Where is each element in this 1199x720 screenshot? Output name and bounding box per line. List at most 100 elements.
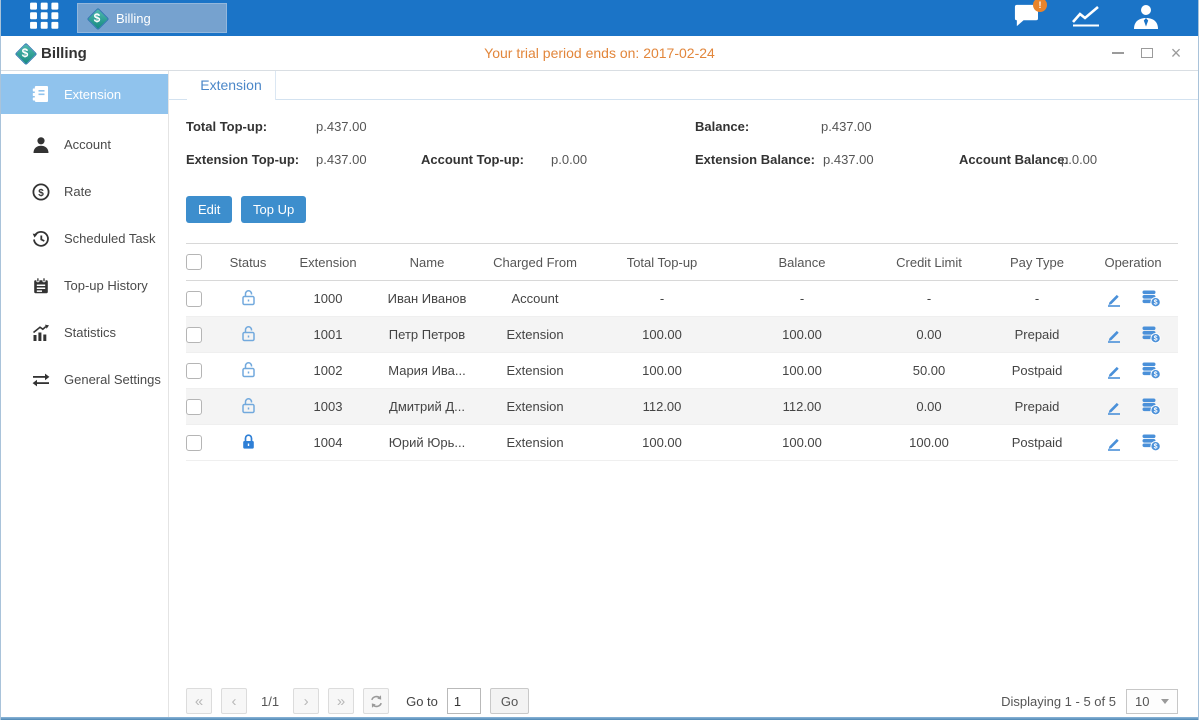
goto-page-input[interactable] bbox=[447, 688, 481, 714]
lock-open-icon bbox=[240, 397, 257, 417]
topup-history-icon bbox=[31, 277, 51, 295]
col-operation: Operation bbox=[1088, 255, 1178, 270]
page-indicator: 1/1 bbox=[261, 694, 279, 709]
main-content: Extension Total Top-up: p.437.00 Balance… bbox=[169, 71, 1198, 717]
row-checkbox[interactable] bbox=[186, 327, 202, 343]
account-topup-label: Account Top-up: bbox=[421, 152, 524, 167]
cell-name: Мария Ива... bbox=[376, 363, 478, 378]
cell-balance: 100.00 bbox=[732, 363, 872, 378]
maximize-button[interactable] bbox=[1139, 45, 1155, 61]
extension-topup-value: p.437.00 bbox=[316, 152, 367, 167]
statistics-icon bbox=[31, 324, 51, 342]
cell-total-topup: 100.00 bbox=[592, 363, 732, 378]
lock-closed-icon bbox=[240, 433, 257, 453]
first-page-button[interactable]: « bbox=[186, 688, 212, 714]
sidebar-item-rate[interactable]: $ Rate bbox=[1, 168, 168, 215]
edit-row-icon[interactable] bbox=[1105, 289, 1123, 308]
edit-button[interactable]: Edit bbox=[186, 196, 232, 223]
sidebar-item-label: General Settings bbox=[64, 372, 161, 387]
cell-extension: 1001 bbox=[280, 327, 376, 342]
cell-charged-from: Extension bbox=[478, 399, 592, 414]
minimize-button[interactable] bbox=[1110, 45, 1126, 61]
last-page-button[interactable]: » bbox=[328, 688, 354, 714]
topup-row-icon[interactable]: $ bbox=[1141, 361, 1161, 380]
cell-name: Петр Петров bbox=[376, 327, 478, 342]
topup-row-icon[interactable]: $ bbox=[1141, 433, 1161, 452]
row-checkbox[interactable] bbox=[186, 363, 202, 379]
topup-row-icon[interactable]: $ bbox=[1141, 397, 1161, 416]
prev-page-button[interactable]: ‹ bbox=[221, 688, 247, 714]
lock-open-icon bbox=[240, 325, 257, 345]
total-topup-label: Total Top-up: bbox=[186, 119, 267, 134]
user-icon bbox=[1132, 3, 1160, 34]
lock-open-icon bbox=[240, 289, 257, 309]
refresh-button[interactable] bbox=[363, 688, 389, 714]
page-size-select[interactable]: 10 bbox=[1126, 689, 1178, 714]
next-page-button[interactable]: › bbox=[293, 688, 319, 714]
edit-row-icon[interactable] bbox=[1105, 325, 1123, 344]
cell-credit-limit: 100.00 bbox=[872, 435, 986, 450]
cell-credit-limit: 0.00 bbox=[872, 327, 986, 342]
pagination-bar: « ‹ 1/1 › » Go to Go Displaying bbox=[186, 687, 1178, 715]
svg-text:$: $ bbox=[1154, 336, 1158, 343]
cell-total-topup: 100.00 bbox=[592, 435, 732, 450]
row-checkbox[interactable] bbox=[186, 435, 202, 451]
messages-button[interactable]: ! bbox=[1011, 3, 1040, 33]
row-checkbox[interactable] bbox=[186, 291, 202, 307]
cell-pay-type: Prepaid bbox=[986, 399, 1088, 414]
cell-balance: - bbox=[732, 291, 872, 306]
window-title: Billing bbox=[41, 45, 87, 62]
cell-charged-from: Extension bbox=[478, 363, 592, 378]
go-button[interactable]: Go bbox=[490, 688, 529, 714]
sidebar-item-extension[interactable]: Extension bbox=[1, 74, 168, 114]
sidebar-item-statistics[interactable]: Statistics bbox=[1, 309, 168, 356]
edit-row-icon[interactable] bbox=[1105, 361, 1123, 380]
sidebar-item-general-settings[interactable]: General Settings bbox=[1, 356, 168, 403]
cell-name: Юрий Юрь... bbox=[376, 435, 478, 450]
notification-badge: ! bbox=[1033, 0, 1047, 12]
top-app-bar: $ Billing ! bbox=[1, 0, 1198, 36]
tab-extension[interactable]: Extension bbox=[187, 71, 276, 100]
sidebar-item-scheduled-task[interactable]: Scheduled Task bbox=[1, 215, 168, 262]
extension-balance-value: p.437.00 bbox=[823, 152, 874, 167]
svg-text:$: $ bbox=[1154, 408, 1158, 415]
col-pay-type: Pay Type bbox=[986, 255, 1088, 270]
billing-window-icon: $ bbox=[14, 42, 36, 64]
user-button[interactable] bbox=[1132, 3, 1160, 34]
monitor-button[interactable] bbox=[1070, 3, 1102, 34]
trial-notice: Your trial period ends on: 2017-02-24 bbox=[1, 45, 1198, 61]
row-checkbox[interactable] bbox=[186, 399, 202, 415]
extension-balance-label: Extension Balance: bbox=[695, 152, 815, 167]
cell-pay-type: Prepaid bbox=[986, 327, 1088, 342]
top-up-button[interactable]: Top Up bbox=[241, 196, 306, 223]
table-row: 1003 Дмитрий Д... Extension 112.00 112.0… bbox=[186, 389, 1178, 425]
balance-label: Balance: bbox=[695, 119, 749, 134]
cell-credit-limit: 0.00 bbox=[872, 399, 986, 414]
edit-row-icon[interactable] bbox=[1105, 397, 1123, 416]
page-size-value: 10 bbox=[1135, 694, 1149, 709]
chevron-down-icon bbox=[1161, 699, 1169, 704]
cell-extension: 1003 bbox=[280, 399, 376, 414]
taskbar-tab-billing[interactable]: $ Billing bbox=[77, 3, 227, 33]
sidebar-item-account[interactable]: Account bbox=[1, 121, 168, 168]
edit-row-icon[interactable] bbox=[1105, 433, 1123, 452]
sidebar: Extension Account $ Rate bbox=[1, 71, 169, 717]
select-all-checkbox[interactable] bbox=[186, 254, 202, 270]
apps-grid-icon bbox=[29, 2, 61, 35]
cell-total-topup: 100.00 bbox=[592, 327, 732, 342]
close-button[interactable]: × bbox=[1168, 45, 1184, 61]
billing-app-icon: $ bbox=[86, 7, 108, 29]
extension-topup-label: Extension Top-up: bbox=[186, 152, 299, 167]
topup-row-icon[interactable]: $ bbox=[1141, 289, 1161, 308]
account-topup-value: p.0.00 bbox=[551, 152, 587, 167]
displaying-text: Displaying 1 - 5 of 5 bbox=[1001, 694, 1116, 709]
account-icon bbox=[31, 136, 51, 154]
sidebar-item-label: Statistics bbox=[64, 325, 116, 340]
table-row: 1002 Мария Ива... Extension 100.00 100.0… bbox=[186, 353, 1178, 389]
topup-row-icon[interactable]: $ bbox=[1141, 325, 1161, 344]
cell-name: Иван Иванов bbox=[376, 291, 478, 306]
svg-text:$: $ bbox=[1154, 372, 1158, 379]
apps-grid-button[interactable] bbox=[29, 2, 61, 35]
sidebar-item-topup-history[interactable]: Top-up History bbox=[1, 262, 168, 309]
cell-credit-limit: - bbox=[872, 291, 986, 306]
